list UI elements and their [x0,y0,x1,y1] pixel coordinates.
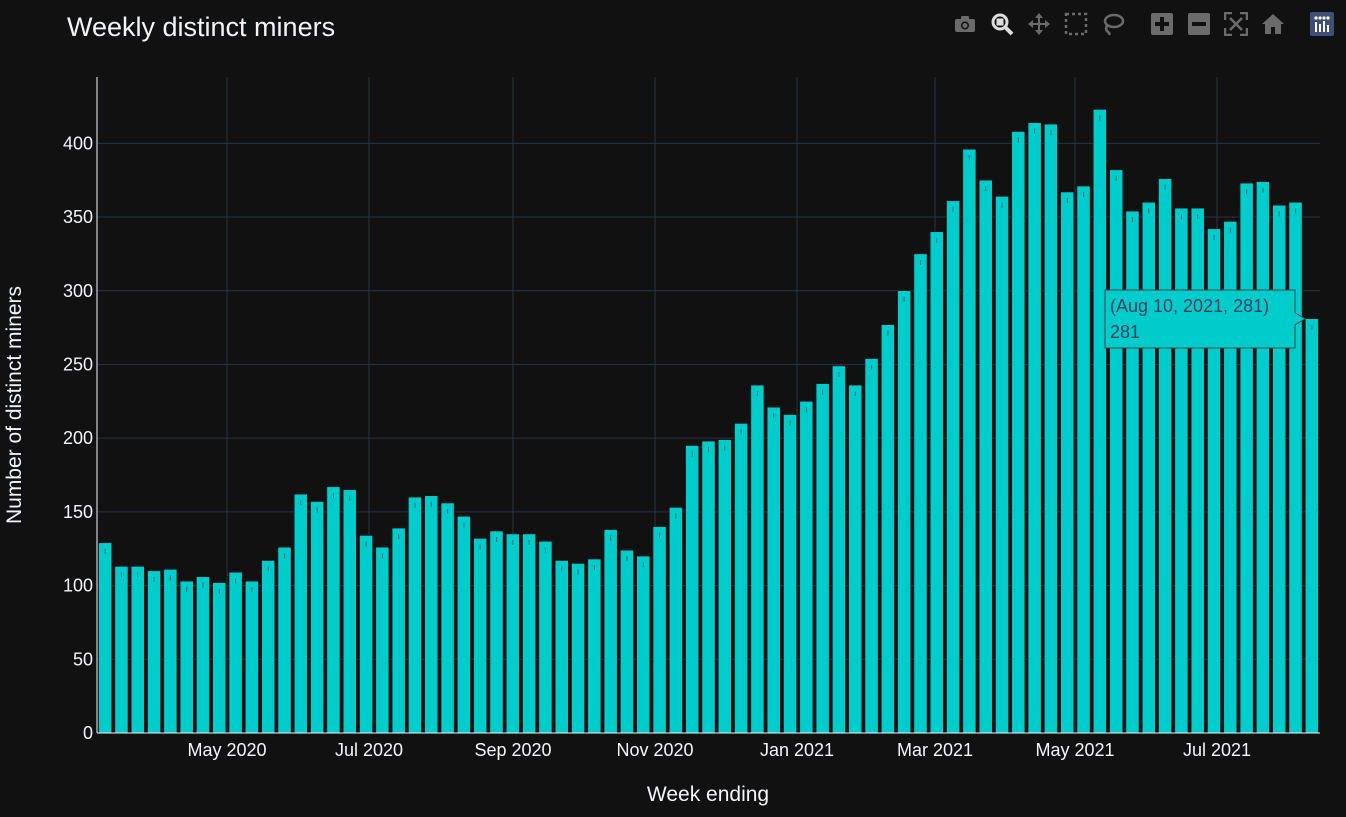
bar[interactable] [342,489,357,734]
bar[interactable] [522,533,536,734]
bar[interactable] [603,529,618,734]
bar[interactable] [1011,131,1026,734]
bar[interactable] [766,406,781,734]
y-tick-label: 150 [63,502,93,522]
bar[interactable] [881,324,895,734]
bar[interactable] [571,563,585,734]
bar[interactable] [1076,185,1091,734]
bar[interactable] [391,527,406,734]
x-tick-label: Nov 2020 [616,740,693,760]
x-tick-label: Jan 2021 [760,740,834,760]
bar[interactable] [212,582,227,734]
bar[interactable] [1093,109,1107,734]
bar[interactable] [636,555,651,734]
bar[interactable] [538,541,553,734]
bar[interactable] [832,365,846,734]
bar[interactable] [326,486,341,734]
y-tick-label: 250 [63,354,93,374]
bar[interactable] [294,493,308,734]
bar[interactable] [783,414,797,734]
bar[interactable] [995,196,1009,734]
bar[interactable] [310,501,324,734]
bar[interactable] [799,401,814,734]
bar[interactable] [587,558,602,734]
bar[interactable] [652,526,667,734]
bar[interactable] [1125,210,1140,734]
bar[interactable] [1158,178,1172,734]
y-tick-label: 300 [63,281,93,301]
bar[interactable] [1044,123,1058,734]
bar[interactable] [163,569,178,734]
bar[interactable] [554,560,569,734]
y-tick-label: 50 [73,649,93,669]
bar[interactable] [978,179,993,734]
x-axis-ticks: May 2020 Jul 2020 Sep 2020 Nov 2020 Jan 2021… [187,740,1251,760]
bar[interactable] [1190,207,1205,734]
bar[interactable] [440,502,455,734]
bar[interactable] [98,542,112,734]
x-axis-title: Week ending [647,783,769,806]
bar[interactable] [701,440,716,734]
bar[interactable] [620,549,634,734]
bar[interactable] [1142,202,1156,734]
bar[interactable] [1288,202,1303,734]
bar[interactable] [228,572,243,734]
bar[interactable] [1305,318,1319,734]
bar[interactable] [375,547,390,734]
y-tick-label: 350 [63,207,93,227]
bar[interactable] [1239,182,1254,734]
bar[interactable] [245,580,259,734]
y-tick-label: 400 [63,133,93,153]
x-tick-label: Mar 2021 [897,740,973,760]
bar[interactable] [864,358,879,734]
hover-tooltip: (Aug 10, 2021, 281) 281 [1104,289,1307,349]
bar[interactable] [718,439,732,734]
bar[interactable] [1272,205,1287,734]
bar[interactable] [114,566,129,734]
bar[interactable] [1027,122,1042,734]
bar[interactable] [489,530,504,734]
y-tick-label: 0 [83,723,93,743]
bar[interactable] [506,533,520,734]
x-tick-label: Sep 2020 [474,740,551,760]
bar[interactable] [277,547,292,734]
bar[interactable] [962,148,977,734]
bar[interactable] [359,535,373,734]
tooltip-label: (Aug 10, 2021, 281) [1110,296,1269,316]
tooltip-value: 281 [1110,322,1140,342]
bar[interactable] [130,566,145,734]
bar[interactable] [424,495,439,734]
bar[interactable] [1256,181,1270,734]
bar[interactable] [1109,169,1123,734]
bar[interactable] [1060,191,1075,734]
bar[interactable] [408,496,422,734]
y-tick-label: 200 [63,428,93,448]
bars [98,109,1319,734]
bar-chart: 0 50 100 150 200 250 300 350 400 May 2020 Jul 202… [3,77,1320,806]
bar[interactable] [897,290,911,734]
bar[interactable] [1174,207,1189,734]
bar[interactable] [261,560,275,734]
y-axis-ticks: 0 50 100 150 200 250 300 350 400 [63,133,93,743]
bar[interactable] [196,576,210,734]
x-tick-label: Jul 2020 [335,740,403,760]
bar[interactable] [750,384,765,734]
bar[interactable] [179,580,194,734]
y-axis-title: Number of distinct miners [3,286,26,524]
x-tick-label: May 2020 [187,740,266,760]
x-tick-label: Jul 2021 [1183,740,1251,760]
bar[interactable] [930,231,944,734]
bar[interactable] [669,507,683,734]
y-tick-label: 100 [63,576,93,596]
bar[interactable] [848,384,863,734]
bar[interactable] [457,516,471,734]
bar[interactable] [473,538,487,734]
x-tick-label: May 2021 [1035,740,1114,760]
bar[interactable] [913,253,928,734]
bar[interactable] [734,423,748,734]
bar[interactable] [946,200,960,734]
bar[interactable] [147,570,161,734]
bar[interactable] [815,383,830,734]
bar[interactable] [685,445,699,734]
